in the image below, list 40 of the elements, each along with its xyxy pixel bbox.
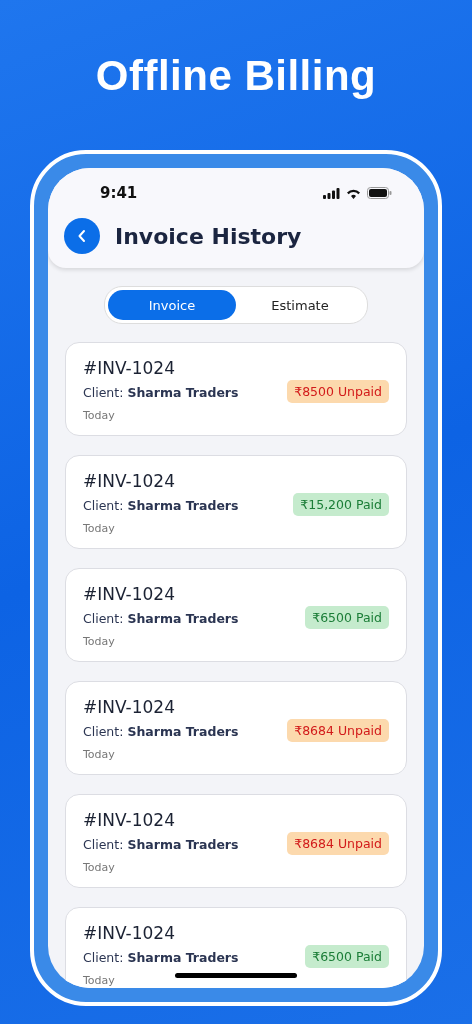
status-badge: ₹6500 Paid <box>305 605 389 629</box>
invoice-date: Today <box>83 634 115 650</box>
client-name: Client: Sharma Traders <box>83 949 239 967</box>
invoice-date: Today <box>83 973 115 988</box>
status-badge: ₹8684 Unpaid <box>287 831 389 855</box>
client-name: Client: Sharma Traders <box>83 836 239 854</box>
invoice-number: #INV-1024 <box>83 922 175 945</box>
tab[interactable]: Estimate <box>236 290 364 320</box>
client-name: Client: Sharma Traders <box>83 610 239 628</box>
invoice-card[interactable]: #INV-1024 Client: Sharma Traders Today ₹8684 Unpaid <box>65 794 407 888</box>
invoice-date: Today <box>83 521 115 537</box>
invoice-number: #INV-1024 <box>83 696 175 719</box>
invoice-card[interactable]: #INV-1024 Client: Sharma Traders Today ₹8684 Unpaid <box>65 681 407 775</box>
signal-icon <box>323 187 340 199</box>
battery-icon <box>367 187 392 199</box>
invoice-number: #INV-1024 <box>83 583 175 606</box>
status-badge: ₹15,200 Paid <box>293 492 389 516</box>
invoice-card[interactable]: #INV-1024 Client: Sharma Traders Today ₹6500 Paid <box>65 907 407 988</box>
back-button[interactable] <box>64 218 100 254</box>
status-badge: ₹8684 Unpaid <box>287 718 389 742</box>
status-badge: ₹6500 Paid <box>305 944 389 968</box>
status-badge: ₹8500 Unpaid <box>287 379 389 403</box>
headline: Offline Billing <box>94 51 378 101</box>
chevron-left-icon <box>77 229 87 243</box>
invoice-card[interactable]: #INV-1024 Client: Sharma Traders Today ₹15,200 Paid <box>65 455 407 549</box>
invoice-number: #INV-1024 <box>83 470 175 493</box>
wifi-icon <box>346 187 361 199</box>
client-name: Client: Sharma Traders <box>83 723 239 741</box>
invoice-card[interactable]: #INV-1024 Client: Sharma Traders Today ₹8500 Unpaid <box>65 342 407 436</box>
page-title: Invoice History <box>115 223 302 249</box>
invoice-card[interactable]: #INV-1024 Client: Sharma Traders Today ₹6500 Paid <box>65 568 407 662</box>
client-name: Client: Sharma Traders <box>83 497 239 515</box>
tab[interactable]: Invoice <box>108 290 236 320</box>
invoice-date: Today <box>83 860 115 876</box>
invoice-number: #INV-1024 <box>83 357 175 380</box>
client-name: Client: Sharma Traders <box>83 384 239 402</box>
invoice-date: Today <box>83 747 115 763</box>
status-time: 9:41 <box>100 184 138 202</box>
invoice-number: #INV-1024 <box>83 809 175 832</box>
invoice-date: Today <box>83 408 115 424</box>
